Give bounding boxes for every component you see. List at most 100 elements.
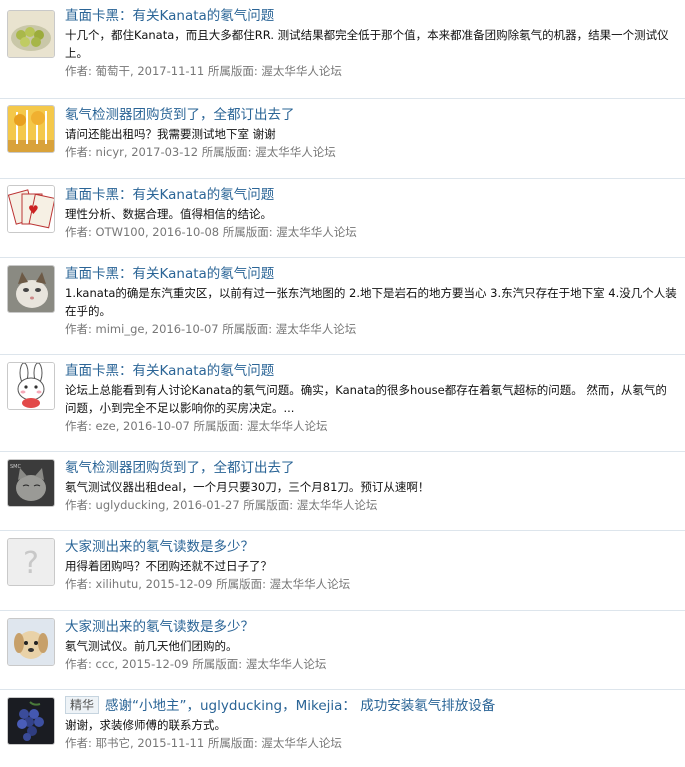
avatar[interactable]: [7, 618, 55, 666]
forum-link[interactable]: 渥太华华人论坛: [246, 657, 327, 671]
forum-label: 所属版面:: [193, 419, 244, 433]
result-item: 直面卡黑：有关Kanata的氡气问题 十几个，都住Kanata，而且大多都住RR…: [0, 0, 685, 99]
author-label: 作者:: [65, 225, 92, 239]
forum-link[interactable]: 渥太华华人论坛: [261, 736, 342, 750]
result-meta: 作者: xilihutu, 2015-12-09 所属版面: 渥太华华人论坛: [65, 577, 351, 591]
avatar[interactable]: SMC: [7, 459, 55, 507]
result-title-link[interactable]: 直面卡黑：有关Kanata的氡气问题: [65, 8, 274, 24]
result-title-link[interactable]: 氡气检测器团购货到了，全都订出去了: [65, 460, 295, 476]
avatar[interactable]: [7, 697, 55, 745]
forum-link[interactable]: 渥太华华人论坛: [261, 64, 342, 78]
result-title-link[interactable]: 感谢“小地主”，uglyducking，Mikejia： 成功安装氡气排放设备: [105, 698, 495, 714]
grey-cat-image: SMC: [8, 460, 54, 506]
snippet-line: 氡气测试仪。前几天他们团购的。: [65, 639, 238, 653]
author-name[interactable]: xilihutu: [96, 577, 139, 591]
forum-link[interactable]: 渥太华华人论坛: [247, 419, 328, 433]
author-label: 作者:: [65, 736, 92, 750]
svg-text:♥: ♥: [28, 203, 39, 217]
snippet-line: 上。: [65, 46, 88, 60]
forum-link[interactable]: 渥太华华人论坛: [270, 577, 351, 591]
avatar[interactable]: [7, 265, 55, 313]
snippet-line: 问题，小到完全不足以影响你的买房决定。...: [65, 401, 295, 415]
svg-text:?: ?: [23, 546, 39, 581]
result-meta: 作者: 耶书它, 2015-11-11 所属版面: 渥太华华人论坛: [65, 736, 342, 750]
avatar[interactable]: ?: [7, 538, 55, 586]
author-name[interactable]: uglyducking: [96, 498, 166, 512]
result-title: 大家测出来的氡气读数是多少？: [65, 617, 685, 637]
cat-photo-image: [8, 266, 54, 312]
avatar[interactable]: [7, 10, 55, 58]
author-name[interactable]: 葡萄干: [96, 64, 131, 78]
result-title: 氡气检测器团购货到了，全都订出去了: [65, 458, 685, 478]
question-mark-placeholder-icon: ?: [8, 539, 54, 585]
result-snippet: 谢谢，求装修师傅的联系方式。: [65, 716, 685, 734]
cartoon-bunny-image: [8, 363, 54, 409]
result-meta: 作者: mimi_ge, 2016-10-07 所属版面: 渥太华华人论坛: [65, 322, 357, 336]
result-snippet: 氡气测试仪器出租deal，一个月只要30刀，三个月81刀。预订从速啊！: [65, 478, 685, 496]
result-meta: 作者: ccc, 2015-12-09 所属版面: 渥太华华人论坛: [65, 657, 327, 671]
author-name[interactable]: eze: [96, 419, 116, 433]
search-results-list: 直面卡黑：有关Kanata的氡气问题 十几个，都住Kanata，而且大多都住RR…: [0, 0, 685, 767]
post-date: 2016-10-07: [151, 322, 219, 336]
snippet-line: 理性分析、数据合理。值得相信的结论。: [65, 207, 272, 221]
author-label: 作者:: [65, 145, 92, 159]
snippet-line: 谢谢，求装修师傅的联系方式。: [65, 718, 226, 732]
snippet-line: 论坛上总能看到有人讨论Kanata的氡气问题。确实，Kanata的很多house…: [65, 383, 667, 397]
result-snippet: 论坛上总能看到有人讨论Kanata的氡气问题。确实，Kanata的很多house…: [65, 381, 685, 417]
snippet-line: 1.kanata的确是东汽重灾区，以前有过一张东汽地图的 2.地下是岩石的地方要…: [65, 286, 677, 300]
result-item: ? 大家测出来的氡气读数是多少？ 用得着团购吗？不团购还就不过日子了？ 作者: …: [0, 531, 685, 611]
avatar[interactable]: [7, 105, 55, 153]
forum-label: 所属版面:: [222, 225, 273, 239]
result-title: 精华 感谢“小地主”，uglyducking，Mikejia： 成功安装氡气排放设…: [65, 696, 685, 716]
author-label: 作者:: [65, 322, 92, 336]
avatar[interactable]: ♥: [7, 185, 55, 233]
forum-link[interactable]: 渥太华华人论坛: [255, 145, 336, 159]
result-title: 大家测出来的氡气读数是多少？: [65, 537, 685, 557]
forum-link[interactable]: 渥太华华人论坛: [276, 225, 357, 239]
author-name[interactable]: OTW100: [96, 225, 145, 239]
featured-badge: 精华: [65, 696, 100, 714]
author-label: 作者:: [65, 498, 92, 512]
snippet-line: 氡气测试仪器出租deal，一个月只要30刀，三个月81刀。预订从速啊！: [65, 480, 430, 494]
avatar[interactable]: [7, 362, 55, 410]
author-label: 作者:: [65, 64, 92, 78]
result-title-link[interactable]: 氡气检测器团购货到了，全都订出去了: [65, 107, 295, 123]
forum-label: 所属版面:: [243, 498, 294, 512]
author-name[interactable]: 耶书它: [96, 736, 131, 750]
author-name[interactable]: ccc: [96, 657, 115, 671]
forum-label: 所属版面:: [216, 577, 266, 591]
result-item: 直面卡黑：有关Kanata的氡气问题 论坛上总能看到有人讨论Kanata的氡气问…: [0, 355, 685, 452]
result-item: 氡气检测器团购货到了，全都订出去了 请问还能出租吗？我需要测试地下室 谢谢 作者…: [0, 99, 685, 179]
post-date: 2016-10-07: [123, 419, 190, 433]
author-label: 作者:: [65, 657, 92, 671]
post-date: 2015-12-09: [121, 657, 189, 671]
result-item: 直面卡黑：有关Kanata的氡气问题 1.kanata的确是东汽重灾区，以前有过…: [0, 258, 685, 355]
result-snippet: 理性分析、数据合理。值得相信的结论。: [65, 205, 685, 223]
result-title-link[interactable]: 直面卡黑：有关Kanata的氡气问题: [65, 266, 274, 282]
autumn-trees-image: [8, 106, 54, 152]
result-meta: 作者: 葡萄干, 2017-11-11 所属版面: 渥太华华人论坛: [65, 64, 342, 78]
snippet-line: 在乎的。: [65, 304, 111, 318]
post-date: 2015-11-11: [137, 736, 205, 750]
author-name[interactable]: nicyr: [96, 145, 124, 159]
author-label: 作者:: [65, 419, 92, 433]
result-title-link[interactable]: 直面卡黑：有关Kanata的氡气问题: [65, 187, 274, 203]
result-item: 大家测出来的氡气读数是多少？ 氡气测试仪。前几天他们团购的。 作者: ccc, …: [0, 611, 685, 690]
result-meta: 作者: OTW100, 2016-10-08 所属版面: 渥太华华人论坛: [65, 225, 357, 239]
result-meta: 作者: uglyducking, 2016-01-27 所属版面: 渥太华华人论…: [65, 498, 378, 512]
snippet-line: 请问还能出租吗？我需要测试地下室 谢谢: [65, 127, 276, 141]
forum-link[interactable]: 渥太华华人论坛: [297, 498, 378, 512]
result-title-link[interactable]: 大家测出来的氡气读数是多少？: [65, 539, 254, 555]
forum-label: 所属版面:: [201, 145, 252, 159]
post-date: 2016-10-08: [152, 225, 220, 239]
blue-grapes-image: [8, 698, 54, 744]
result-title-link[interactable]: 直面卡黑：有关Kanata的氡气问题: [65, 363, 274, 379]
result-snippet: 氡气测试仪。前几天他们团购的。: [65, 637, 685, 655]
forum-label: 所属版面:: [207, 736, 258, 750]
playing-cards-image: ♥: [8, 186, 54, 232]
forum-link[interactable]: 渥太华华人论坛: [276, 322, 357, 336]
result-title-link[interactable]: 大家测出来的氡气读数是多少？: [65, 619, 254, 635]
result-item: ♥ 直面卡黑：有关Kanata的氡气问题 理性分析、数据合理。值得相信的结论。 …: [0, 179, 685, 258]
green-bowl-food-image: [8, 11, 54, 57]
author-name[interactable]: mimi_ge: [96, 322, 145, 336]
